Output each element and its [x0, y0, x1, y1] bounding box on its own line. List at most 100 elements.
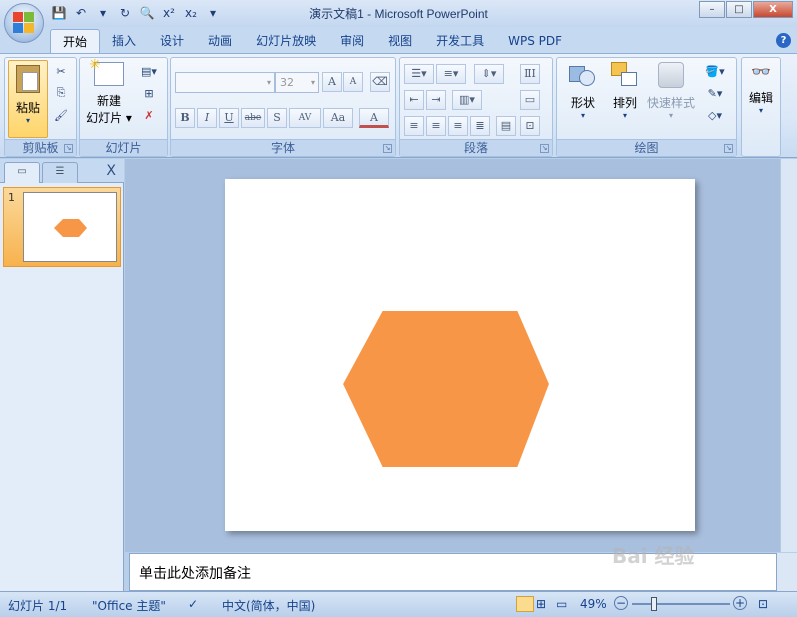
ribbon-tabs: 开始 插入 设计 动画 幻灯片放映 审阅 视图 开发工具 WPS PDF [50, 29, 574, 54]
distribute-button[interactable]: ▤ [496, 116, 516, 136]
align-text-button[interactable]: ▭ [520, 90, 540, 110]
font-launcher-icon[interactable]: ↘ [383, 144, 392, 153]
slides-pane: ▭ ☰ X 1 [0, 159, 124, 591]
font-name-combo[interactable]: ▾ [175, 72, 275, 93]
shapes-label: 形状 [570, 96, 595, 110]
shape-outline-icon[interactable]: ✎▾ [701, 84, 729, 102]
shrink-font-button[interactable]: A [343, 72, 363, 92]
fit-to-window-icon[interactable]: ⊡ [758, 597, 768, 611]
clear-format-button[interactable]: ⌫ [370, 72, 390, 92]
window-title: 演示文稿1 - Microsoft PowerPoint [309, 7, 488, 21]
char-spacing-button[interactable]: AV [289, 108, 321, 128]
clipboard-launcher-icon[interactable]: ↘ [64, 144, 73, 153]
shape-effects-icon[interactable]: ◇▾ [701, 106, 729, 124]
paste-dropdown-icon: ▾ [25, 116, 30, 125]
vertical-scrollbar[interactable] [780, 159, 797, 552]
editing-button[interactable]: 👓 编辑 ▾ [744, 62, 778, 132]
drawing-launcher-icon[interactable]: ↘ [724, 144, 733, 153]
normal-view-icon[interactable] [516, 596, 534, 612]
shapes-button[interactable]: 形状 ▾ [561, 62, 605, 132]
slide-thumbnail-preview [23, 192, 117, 262]
shadow-button[interactable]: S [267, 108, 287, 128]
font-group: ▾ 32 ▾ A A ⌫ B I U abe S AV Aa A 字体 ↘ [170, 57, 396, 157]
minimize-button[interactable]: – [699, 1, 725, 18]
delete-slide-icon[interactable]: ✗ [138, 106, 160, 124]
grow-font-button[interactable]: A [322, 72, 342, 92]
tab-design[interactable]: 设计 [148, 29, 196, 54]
tab-view[interactable]: 视图 [376, 29, 424, 54]
tab-wps-pdf[interactable]: WPS PDF [496, 29, 574, 54]
tab-animations[interactable]: 动画 [196, 29, 244, 54]
italic-button[interactable]: I [197, 108, 217, 128]
slide-info: 幻灯片 1/1 [8, 599, 68, 613]
paragraph-launcher-icon[interactable]: ↘ [540, 144, 549, 153]
increase-indent-button[interactable]: ⇥ [426, 90, 446, 110]
shape-fill-icon[interactable]: 🪣▾ [701, 62, 729, 80]
text-direction-button[interactable]: ⅡⅠ [520, 64, 540, 84]
notes-pane[interactable]: 单击此处添加备注 [129, 553, 777, 591]
numbering-button[interactable]: ≡▾ [436, 64, 466, 84]
bullets-button[interactable]: ☰▾ [404, 64, 434, 84]
editing-label: 编辑 [748, 91, 773, 105]
change-case-button[interactable]: Aa [323, 108, 353, 128]
hexagon-shape [340, 309, 552, 469]
line-spacing-button[interactable]: ⇕▾ [474, 64, 504, 84]
help-icon[interactable]: ? [776, 33, 791, 48]
pane-close-icon[interactable]: X [106, 163, 116, 179]
tab-review[interactable]: 审阅 [328, 29, 376, 54]
tab-developer[interactable]: 开发工具 [424, 29, 496, 54]
align-center-button[interactable]: ≡ [426, 116, 446, 136]
zoom-level: 49% [580, 597, 607, 611]
zoom-out-icon[interactable]: − [614, 596, 628, 610]
zoom-slider-track[interactable] [632, 603, 730, 605]
tab-insert[interactable]: 插入 [100, 29, 148, 54]
office-logo-icon [13, 12, 35, 34]
bold-button[interactable]: B [175, 108, 195, 128]
zoom-in-icon[interactable]: + [733, 596, 747, 610]
notes-scrollbar[interactable] [777, 553, 797, 591]
new-slide-button[interactable]: ✳ 新建 幻灯片 ▾ [84, 57, 134, 136]
new-slide-label-2: 幻灯片 ▾ [86, 111, 132, 125]
align-right-button[interactable]: ≡ [448, 116, 468, 136]
layout-icon[interactable]: ▤▾ [138, 62, 160, 80]
underline-button[interactable]: U [219, 108, 239, 128]
font-name-dropdown-icon: ▾ [266, 78, 271, 87]
strikethrough-button[interactable]: abe [241, 108, 265, 128]
font-color-button[interactable]: A [359, 108, 389, 128]
office-button[interactable] [4, 3, 44, 43]
tab-outline[interactable]: ☰ [42, 162, 78, 183]
binoculars-icon: 👓 [751, 62, 771, 81]
paste-button[interactable]: 粘贴 ▾ [8, 60, 48, 138]
title-bar: 💾 ↶ ▾ ↻ 🔍 x² x₂ ▾ 演示文稿1 - Microsoft Powe… [0, 0, 797, 27]
slide-sorter-icon[interactable]: ⊞ [536, 597, 546, 611]
close-button[interactable]: X [753, 1, 793, 18]
columns-button[interactable]: ▥▾ [452, 90, 482, 110]
quick-styles-label: 快速样式 [646, 96, 695, 110]
font-size-combo[interactable]: 32 ▾ [275, 72, 319, 93]
cut-icon[interactable]: ✂ [52, 62, 70, 80]
format-painter-icon[interactable]: 🖌 [52, 106, 70, 124]
drawing-group: 形状 ▾ 排列 ▾ 快速样式 ▾ 🪣▾ ✎▾ ◇▾ 绘图 ↘ [556, 57, 737, 157]
clipboard-icon [16, 65, 40, 93]
editing-group: 👓 编辑 ▾ [741, 57, 781, 157]
justify-button[interactable]: ≣ [470, 116, 490, 136]
zoom-slider-thumb[interactable] [651, 597, 657, 611]
slide-canvas[interactable] [225, 179, 695, 531]
slides-group: ✳ 新建 幻灯片 ▾ ▤▾ ⊞ ✗ 幻灯片 [79, 57, 168, 157]
slide-thumbnail-1[interactable]: 1 [3, 187, 121, 267]
copy-icon[interactable]: ⎘ [52, 84, 70, 102]
reading-view-icon[interactable]: ▭ [556, 597, 567, 611]
tab-home[interactable]: 开始 [50, 29, 101, 54]
maximize-button[interactable]: □ [726, 1, 752, 18]
decrease-indent-button[interactable]: ⇤ [404, 90, 424, 110]
clipboard-group: 粘贴 ▾ ✂ ⎘ 🖌 剪贴板 ↘ [4, 57, 77, 157]
tab-slides-thumbnails[interactable]: ▭ [4, 162, 40, 183]
reset-icon[interactable]: ⊞ [138, 84, 160, 102]
tab-slideshow[interactable]: 幻灯片放映 [244, 29, 328, 54]
smartart-button[interactable]: ⊡ [520, 116, 540, 136]
new-slide-icon: ✳ [89, 57, 124, 86]
align-left-button[interactable]: ≡ [404, 116, 424, 136]
spellcheck-icon[interactable]: ✓ [188, 597, 198, 611]
quick-styles-button[interactable]: 快速样式 ▾ [645, 62, 697, 132]
arrange-button[interactable]: 排列 ▾ [605, 62, 645, 132]
